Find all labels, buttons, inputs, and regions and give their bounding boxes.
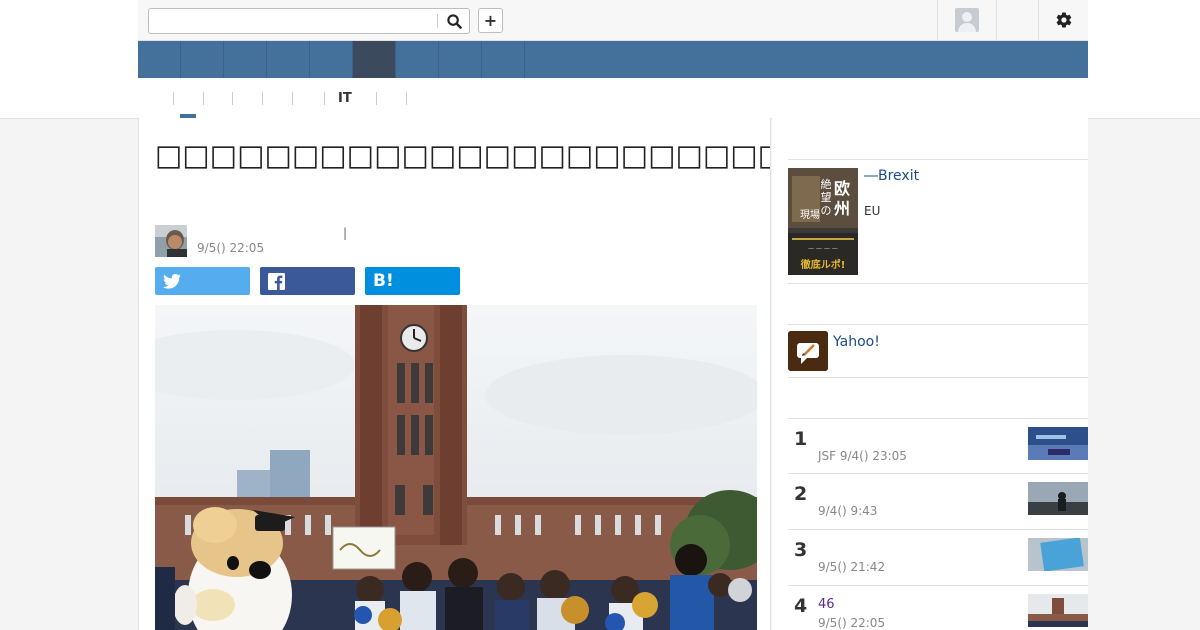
- ranking-item[interactable]: 4 46 9/5() 22:05: [788, 585, 1088, 630]
- add-button[interactable]: +: [478, 8, 503, 33]
- subnav-divider: [262, 92, 263, 105]
- ranking-item[interactable]: 1 JSF 9/4() 23:05: [788, 418, 1088, 474]
- search-icon: [446, 13, 462, 29]
- twitter-icon: [163, 273, 181, 289]
- book-subtitle: EU: [864, 204, 881, 218]
- ranking-meta: 9/4() 9:43: [818, 504, 878, 518]
- svg-text:州: 州: [833, 199, 850, 218]
- ranking-number: 3: [794, 539, 808, 561]
- ranking-number: 2: [794, 483, 808, 505]
- svg-text:徹底ルポ!: 徹底ルポ!: [800, 258, 846, 271]
- hatena-bookmark-icon: B!: [373, 271, 394, 291]
- ranking-title[interactable]: 46: [818, 597, 835, 612]
- ranking-item[interactable]: 2 9/4() 9:43: [788, 473, 1088, 529]
- notification-button[interactable]: [996, 0, 1038, 40]
- search-button[interactable]: [441, 10, 467, 32]
- yahoo-link[interactable]: Yahoo!: [833, 334, 880, 350]
- divider: [788, 324, 1088, 325]
- divider: [788, 283, 1088, 284]
- divider: [788, 159, 1088, 160]
- search-box: [148, 8, 470, 34]
- ranking-meta: JSF 9/4() 23:05: [818, 449, 907, 463]
- svg-text:の: の: [821, 204, 832, 217]
- facebook-icon: [268, 272, 285, 290]
- divider: [788, 377, 1088, 378]
- subnav-divider: [292, 92, 293, 105]
- book-cover[interactable]: 欧 州 絶 望 の 現場 — — — — 徹底ルポ!: [788, 168, 858, 275]
- ranking-thumbnail[interactable]: [1028, 538, 1088, 571]
- article-photo[interactable]: [155, 305, 757, 630]
- search-input[interactable]: [149, 9, 437, 33]
- post-date: 9/5() 22:05: [197, 241, 265, 255]
- top-bar: +: [138, 0, 1088, 41]
- user-menu-button[interactable]: [937, 0, 996, 40]
- nav-item[interactable]: [267, 41, 310, 78]
- svg-text:絶: 絶: [821, 177, 832, 191]
- nav-item[interactable]: [310, 41, 353, 78]
- search-divider: [437, 14, 438, 28]
- svg-text:— — — —: — — — —: [808, 245, 838, 252]
- sidebar: 欧 州 絶 望 の 現場 — — — — 徹底ルポ! ―Brexit EU Ya…: [772, 118, 1088, 630]
- ranking-thumbnail[interactable]: [1028, 594, 1088, 627]
- ranking-number: 1: [794, 428, 808, 450]
- svg-text:欧: 欧: [834, 179, 850, 198]
- nav-item[interactable]: [396, 41, 439, 78]
- nav-item[interactable]: [482, 41, 525, 78]
- author-separator: |: [343, 226, 348, 240]
- sub-nav: IT: [138, 78, 1088, 118]
- svg-text:望: 望: [821, 191, 832, 204]
- nav-item[interactable]: [181, 41, 224, 78]
- settings-button[interactable]: [1038, 0, 1088, 40]
- author-avatar[interactable]: [155, 225, 187, 257]
- yahoo-author-icon[interactable]: [788, 331, 828, 371]
- subnav-divider: [203, 92, 204, 105]
- ranking-item[interactable]: 3 9/5() 21:42: [788, 529, 1088, 585]
- subnav-divider: [324, 92, 325, 105]
- nav-item[interactable]: [138, 41, 181, 78]
- gear-icon: [1056, 12, 1071, 28]
- subnav-divider: [376, 92, 377, 105]
- facebook-share-button[interactable]: [260, 267, 355, 295]
- subnav-divider: [406, 92, 407, 105]
- nav-item-active[interactable]: [353, 41, 396, 78]
- nav-item[interactable]: [439, 41, 482, 78]
- nav-item[interactable]: [224, 41, 267, 78]
- twitter-share-button[interactable]: [155, 267, 250, 295]
- ranking-meta: 9/5() 22:05: [818, 616, 886, 630]
- ranking-thumbnail[interactable]: [1028, 427, 1088, 460]
- user-avatar-icon: [955, 8, 979, 32]
- svg-text:現場: 現場: [800, 208, 820, 221]
- subnav-item-it[interactable]: IT: [338, 90, 352, 106]
- hatena-bookmark-button[interactable]: B!: [365, 267, 460, 295]
- ranking-meta: 9/5() 21:42: [818, 560, 886, 574]
- subnav-divider: [173, 92, 174, 105]
- subnav-divider: [232, 92, 233, 105]
- book-title-link[interactable]: ―Brexit: [864, 168, 919, 184]
- article-headline: □□□□□□□□□□□□□□□□□□□□□□□□□□□□□46□□□□□□□□□…: [155, 138, 771, 172]
- article: □□□□□□□□□□□□□□□□□□□□□□□□□□□□□46□□□□□□□□□…: [138, 118, 771, 630]
- ranking-thumbnail[interactable]: [1028, 482, 1088, 515]
- ranking-number: 4: [794, 595, 808, 617]
- category-nav: [138, 41, 1088, 78]
